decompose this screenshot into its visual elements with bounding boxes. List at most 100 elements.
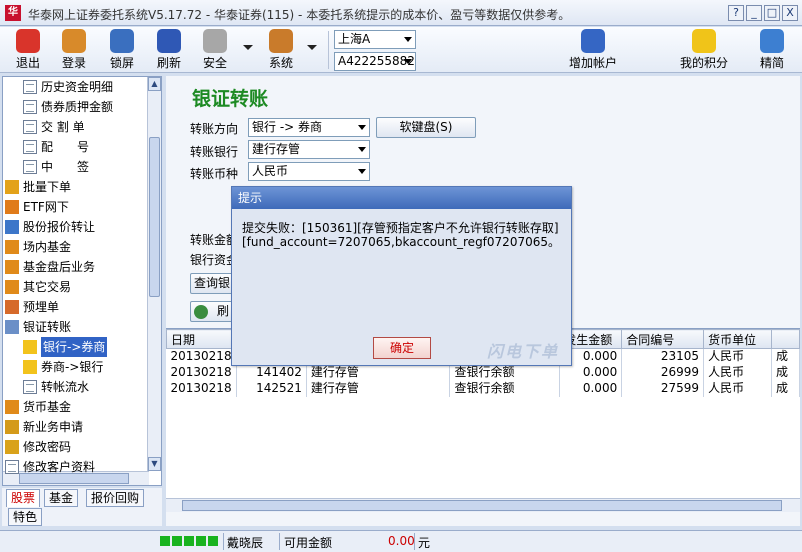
maximize-button[interactable]: □ [764,5,780,21]
tab-stocks[interactable]: 股票 [6,489,41,507]
table-cell: 人民币 [703,380,772,397]
compact-icon [760,29,784,53]
bank-select[interactable]: 建行存管 [248,140,370,159]
column-header[interactable]: 合同编号 [621,329,705,349]
nav-item-label: 债券质押金额 [41,100,114,114]
scroll-down-icon[interactable]: ▼ [148,457,161,471]
help-button[interactable]: ? [728,5,744,21]
table-cell: 27599 [621,380,705,397]
tab-featured[interactable]: 特色 [8,508,43,526]
close-button[interactable]: X [782,5,798,21]
fund-icon [5,260,19,274]
minimize-button[interactable]: _ [746,5,762,21]
toolbar-button-users[interactable]: 登录 [55,29,93,71]
folder-icon [5,320,19,334]
table-cell: 成 [771,380,801,397]
toolbar-button-compact[interactable]: 精简 [752,29,792,71]
table-cell: 23105 [621,348,705,365]
direction-value: 银行 -> 券商 [252,120,323,134]
column-header[interactable] [770,329,801,349]
refresh-icon [194,305,208,319]
table-cell: 查银行余额 [449,364,561,381]
toolbar-button-power[interactable]: 退出 [9,29,47,71]
power-icon [16,29,40,53]
title-bar: 华 华泰网上证券委托系统V5.17.72 - 华泰证券(115) - 本委托系统… [0,0,802,26]
scroll-up-icon[interactable]: ▲ [148,77,161,91]
stars-icon [692,29,716,53]
table-cell: 查银行余额 [449,380,561,397]
nav-vertical-scrollbar[interactable]: ▲ ▼ [147,77,161,471]
tools-icon [269,29,293,53]
toolbar-label: 我的积分 [679,56,728,70]
toolbar-button-refresh[interactable]: 刷新 [150,29,188,71]
account-select[interactable]: A422255882 [334,52,416,71]
status-bar: 戴晓辰 可用金额 0.00 元 [0,530,802,552]
table-cell: 20130218 [166,364,237,381]
toolbar-button-stars[interactable]: 我的积分 [676,29,732,71]
nav-tabs: 股票 基金 报价回购 特色 [2,488,162,526]
toolbar-label: 锁屏 [109,56,134,70]
currency-label: 转账币种 [190,167,239,181]
dropdown-arrow-icon [404,59,412,64]
table-horizontal-scrollbar[interactable] [166,498,800,512]
table-cell: 20130218 [166,380,237,397]
table-cell: 建行存管 [306,380,451,397]
toolbar-divider [328,31,329,69]
nav-item-label: 配 号 [41,140,90,154]
toolbar-button-key[interactable]: 安全 [196,29,234,71]
currency-select[interactable]: 人民币 [248,162,370,181]
table-row[interactable]: 20130218 141402 建行存管 查银行余额 0.000 26999 人民币成 [166,364,801,381]
direction-select[interactable]: 银行 -> 券商 [248,118,370,137]
system-dropdown-icon[interactable] [307,45,317,50]
nav-item-label: 银行->券商 [41,337,108,357]
connection-indicator-icon [160,536,170,546]
document-icon [5,460,19,474]
table-cell: 26999 [621,364,705,381]
column-header[interactable]: 日期 [166,329,237,349]
table-row[interactable]: 20130218 142521 建行存管 查银行余额 0.000 27599 人民币成 [166,380,801,397]
document-icon [23,120,37,134]
ok-button[interactable]: 确定 [373,337,431,359]
scroll-thumb[interactable] [182,500,782,511]
toolbar-button-lock[interactable]: 锁屏 [103,29,141,71]
table-cell: 142521 [236,380,307,397]
toolbar-button-add-account[interactable]: 增加帐户 [565,29,621,71]
toolbar-label: 退出 [15,56,40,70]
star-icon [23,340,37,354]
refresh-button[interactable]: 刷 [190,301,234,322]
key-icon [203,29,227,53]
tab-funds[interactable]: 基金 [44,489,79,507]
nav-item-label: 货币基金 [23,400,72,414]
toolbar-label: 系统 [268,56,293,70]
nav-item-label: 券商->银行 [41,360,104,374]
lock-icon [110,29,134,53]
market-select[interactable]: 上海A [334,30,416,49]
status-divider [279,533,280,550]
nav-item-label: 场内基金 [23,240,72,254]
tab-repo[interactable]: 报价回购 [86,489,145,507]
nav-item-label: 其它交易 [23,280,72,294]
available-value: 0.00 [388,534,415,548]
soft-keyboard-button[interactable]: 软键盘(S) [376,117,476,138]
nav-item-label: 新业务申请 [23,420,84,434]
security-dropdown-icon[interactable] [243,45,253,50]
scroll-thumb[interactable] [149,137,160,297]
nav-item-label: 历史资金明细 [41,80,114,94]
table-cell: 141402 [236,364,307,381]
dropdown-arrow-icon [404,37,412,42]
toolbar-label: 登录 [61,56,86,70]
bank-label: 转账银行 [190,145,239,159]
nav-item-label: 修改客户资料 [23,460,96,474]
available-label: 可用金额 [284,536,333,550]
table-cell: 建行存管 [306,364,451,381]
preorder-icon [5,300,19,314]
query-bank-button[interactable]: 查询银 [190,273,234,294]
nav-item-label: 基金盘后业务 [23,260,96,274]
toolbar-label: 刷新 [156,56,181,70]
dropdown-arrow-icon [358,125,366,130]
alert-dialog: 提示 提交失败：[150361][存管预指定客户不允许银行转账存取][fund_… [231,186,572,366]
column-header[interactable]: 货币单位 [703,329,772,349]
connection-indicator-icon [196,536,206,546]
toolbar-button-tools[interactable]: 系统 [262,29,300,71]
star-icon [23,360,37,374]
